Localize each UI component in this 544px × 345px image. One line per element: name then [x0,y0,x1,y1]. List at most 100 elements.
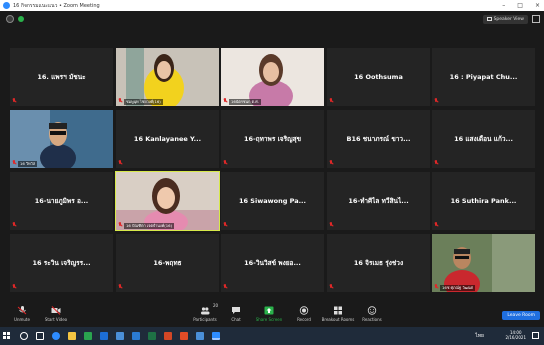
participant-label: ชมพูนุท ไชยวงศ์(16) [124,99,163,105]
participant-tile[interactable]: 16 ปัณฑิตา เจตจำนงค์(16) [115,171,220,231]
participant-name: 16-ทำศิไล ทวีสินไ... [348,197,409,205]
participant-name: B16 ชนาภรณ์ ขาว... [346,135,411,143]
participant-name: 16-นายภูมิพร อ... [34,197,89,205]
edge-browser-icon[interactable] [52,332,60,340]
muted-mic-icon [12,284,17,290]
excel-icon[interactable] [148,332,156,340]
share-screen-label: Share Screen [255,317,283,322]
store-icon[interactable] [84,332,92,340]
participants-label: Participants [193,317,217,322]
mail-icon[interactable] [100,332,108,340]
record-label: Record [297,317,311,322]
file-explorer-icon[interactable] [68,332,76,340]
participant-tile[interactable]: ชมพูนุท ไชยวงศ์(16) [116,48,219,106]
pdf-icon[interactable] [180,332,188,340]
participant-name: 16 ระวิน เจริญรร... [32,259,91,267]
muted-mic-icon [329,98,334,104]
participant-name: 16-วินวิสข์ พงยอ... [244,259,301,267]
participant-tile[interactable]: 16 แสงเดือน แก้ว... [432,110,535,168]
muted-mic-icon [223,98,228,104]
system-tray-language[interactable]: ไทย [475,332,484,340]
photos-icon[interactable] [116,332,124,340]
participant-tile[interactable]: 16 Siwawong Pa... [221,172,324,230]
window-controls: – □ × [502,0,540,11]
participant-tile[interactable]: 16 จิรเมธ รุ่งช่วง [327,234,430,292]
chat-icon [232,307,240,314]
grid-icon [486,16,492,21]
participants-icon [201,307,210,315]
participant-tile[interactable]: 16ฉัตรชนก ต.ศ. [221,48,324,106]
video-off-icon [51,306,61,315]
windows-start-icon[interactable] [3,332,11,340]
unmute-label: Unmute [14,317,30,322]
zoom-taskbar-icon[interactable] [212,332,220,340]
participant-name: 16 Kanlayanee Y... [133,135,202,143]
muted-mic-icon [329,222,334,228]
chrome-icon[interactable] [196,332,204,340]
record-icon [299,306,309,315]
participant-name: 16 : Piyapat Chu... [449,73,518,81]
participant-video [221,48,324,106]
maximize-button[interactable]: □ [517,2,523,9]
word-icon[interactable] [132,332,140,340]
muted-mic-icon [118,284,123,290]
powerpoint-icon[interactable] [164,332,172,340]
participant-tile[interactable]: 16-นายภูมิพร อ... [10,172,113,230]
close-button[interactable]: × [535,2,540,9]
muted-mic-icon [329,284,334,290]
muted-mic-icon [12,98,17,104]
participant-tile[interactable]: 16 : Piyapat Chu... [432,48,535,106]
leave-room-button[interactable]: Leave Room [502,311,540,320]
participant-name: 16 Siwawong Pa... [238,197,306,205]
participant-label: 16 ปัณฑิตา เจตจำนงค์(16) [124,223,175,229]
participant-name: 16-พฤทธ [153,259,182,267]
participant-video [10,110,113,168]
search-icon[interactable] [20,332,28,340]
gallery-grid: 16. แพรฯ มัชนะชมพูนุท ไชยวงศ์(16) 16ฉัตรช… [10,48,535,293]
participant-label: 16ฉัตรชนก ต.ศ. [229,99,261,105]
muted-mic-icon [434,222,439,228]
muted-mic-icon [434,284,439,290]
participant-tile[interactable]: 16ช ศุภณ์ฐ วัฒนศ [432,234,535,292]
meeting-info-icon[interactable] [6,15,14,23]
participant-tile[interactable]: 16. แพรฯ มัชนะ [10,48,113,106]
muted-mic-icon [118,160,123,166]
participant-name: 16 Suthira Pank... [450,197,517,205]
participant-tile[interactable]: 16-วินวิสข์ พงยอ... [221,234,324,292]
participant-tile[interactable]: 16-ฤทาพร เจริญสุข [221,110,324,168]
participant-name: 16 แสงเดือน แก้ว... [454,135,513,143]
encryption-shield-icon[interactable] [18,16,24,22]
minimize-button[interactable]: – [502,2,505,9]
notification-icon[interactable] [532,332,539,339]
taskbar-clock[interactable]: 14:00 2/16/2021 [505,330,526,340]
participant-name: 16-ฤทาพร เจริญสุข [243,135,302,143]
task-view-icon[interactable] [36,332,44,340]
participant-video [116,172,219,230]
reactions-button[interactable]: Reactions [352,305,392,327]
start-video-button[interactable]: Start Video [36,305,76,327]
breakout-rooms-label: Breakout Rooms [321,317,355,322]
meeting-top-bar: Speaker View [0,11,544,27]
breakout-rooms-icon [334,306,342,315]
participant-label: 16ช ศุภณ์ฐ วัฒนศ [440,285,475,291]
reactions-smiley-icon [367,306,377,315]
clock-date: 2/16/2021 [505,335,526,340]
reactions-label: Reactions [362,317,382,322]
view-switch-label: Speaker View [493,17,524,22]
participant-tile[interactable]: 16 Oothsuma [327,48,430,106]
participant-tile[interactable]: 16 ระวิน เจริญรร... [10,234,113,292]
view-switch-button[interactable]: Speaker View [482,15,528,24]
participant-tile[interactable]: B16 ชนาภรณ์ ขาว... [327,110,430,168]
muted-mic-icon [12,222,17,228]
participant-name: 16 จิรเมธ รุ่งช่วง [353,259,404,267]
share-screen-button[interactable]: Share Screen [249,305,289,327]
participant-tile[interactable]: 16-พฤทธ [116,234,219,292]
participant-tile[interactable]: 16-ทำศิไล ทวีสินไ... [327,172,430,230]
participant-tile[interactable]: 16 วิทวัส [10,110,113,168]
participant-label: 16 วิทวัส [18,161,38,167]
fullscreen-icon[interactable] [532,15,540,23]
participant-tile[interactable]: 16 Suthira Pank... [432,172,535,230]
title-bar: 16 กิจกรรมแนะแนว • Zoom Meeting – □ × [0,0,544,11]
participant-tile[interactable]: 16 Kanlayanee Y... [116,110,219,168]
share-screen-icon [264,306,274,315]
